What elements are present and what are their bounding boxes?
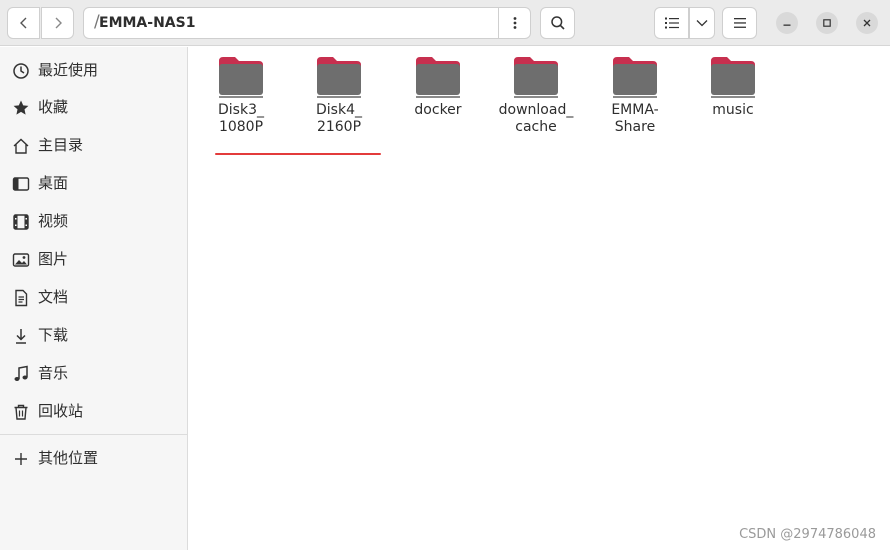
folder-label: Disk4_ 2160P [316,102,362,135]
maximize-button[interactable] [816,12,838,34]
folder-item[interactable]: Disk3_ 1080P [193,55,289,145]
sidebar-item-label: 最近使用 [38,61,99,79]
folder-label: docker [414,102,462,118]
sidebar-item-videos[interactable]: 视频 [0,203,187,239]
folder-label: EMMA- Share [611,102,659,135]
watermark: CSDN @2974786048 [739,527,876,542]
path-menu-button[interactable] [498,8,530,38]
home-icon [13,138,29,154]
annotation-underline [215,153,381,155]
folder-item[interactable]: docker [390,55,486,145]
film-icon [13,214,29,230]
folder-icon [514,57,558,98]
sidebar-item-label: 音乐 [38,364,69,382]
folder-label: download_ cache [498,102,574,135]
sidebar-item-other-locations[interactable]: 其他位置 [0,440,187,476]
folder-label: music [712,102,754,118]
path-segment-current[interactable]: EMMA-NAS1 [99,8,195,38]
star-icon [13,100,29,115]
list-view-icon [664,17,679,29]
path-bar[interactable]: / EMMA-NAS1 [83,7,531,39]
sidebar-item-label: 其他位置 [38,449,99,467]
folder-item[interactable]: Disk4_ 2160P [291,55,387,145]
sidebar-item-label: 回收站 [38,402,84,420]
close-button[interactable] [856,12,878,34]
header-bar: / EMMA-NAS1 [0,0,890,46]
folder-item[interactable]: music [685,55,781,145]
close-icon [863,19,871,27]
clock-icon [13,63,29,79]
back-button[interactable] [7,7,40,39]
minimize-button[interactable] [776,12,798,34]
sidebar-item-label: 主目录 [38,136,84,154]
music-icon [14,365,28,381]
folder-label: Disk3_ 1080P [218,102,264,135]
plus-icon [15,453,27,465]
chevron-right-icon [55,17,62,29]
folder-item[interactable]: EMMA- Share [587,55,683,145]
forward-button[interactable] [41,7,74,39]
sidebar-item-documents[interactable]: 文档 [0,279,187,315]
sidebar-item-starred[interactable]: 收藏 [0,89,187,125]
search-icon [550,16,565,30]
search-button[interactable] [540,7,575,39]
sidebar-item-music[interactable]: 音乐 [0,355,187,391]
main-menu-button[interactable] [722,7,757,39]
sidebar: 最近使用 收藏 主目录 桌面 视频 图片 文档 下载 音乐 回收站 其他位置 [0,47,188,550]
trash-icon [14,404,28,420]
folder-icon [416,57,460,98]
folder-icon [219,57,263,98]
folder-icon [613,57,657,98]
maximize-icon [823,19,831,27]
sidebar-item-downloads[interactable]: 下载 [0,317,187,353]
sidebar-item-recent[interactable]: 最近使用 [0,52,187,88]
chevron-left-icon [19,17,26,29]
sidebar-item-label: 下载 [38,326,69,344]
sidebar-item-label: 收藏 [38,98,69,116]
more-vertical-icon [513,17,516,29]
sidebar-item-label: 视频 [38,212,69,230]
folder-icon [711,57,755,98]
document-icon [15,289,28,307]
file-view: Disk3_ 1080P Disk4_ 2160P docker download_… [189,47,890,550]
sidebar-item-desktop[interactable]: 桌面 [0,165,187,201]
folder-icon [317,57,361,98]
sidebar-item-label: 文档 [38,288,69,306]
sidebar-item-trash[interactable]: 回收站 [0,393,187,429]
sidebar-item-pictures[interactable]: 图片 [0,241,187,277]
folder-item[interactable]: download_ cache [488,55,584,145]
sidebar-item-home[interactable]: 主目录 [0,127,187,163]
view-toggle-button[interactable] [654,7,689,39]
sidebar-item-label: 桌面 [38,174,69,192]
sidebar-separator [0,434,187,435]
sidebar-item-label: 图片 [38,250,69,268]
desktop-icon [12,177,30,191]
view-options-button[interactable] [689,7,715,39]
minimize-icon [783,24,791,26]
chevron-down-icon [696,20,708,27]
image-icon [12,253,30,267]
hamburger-menu-icon [733,18,746,28]
download-icon [16,329,26,344]
